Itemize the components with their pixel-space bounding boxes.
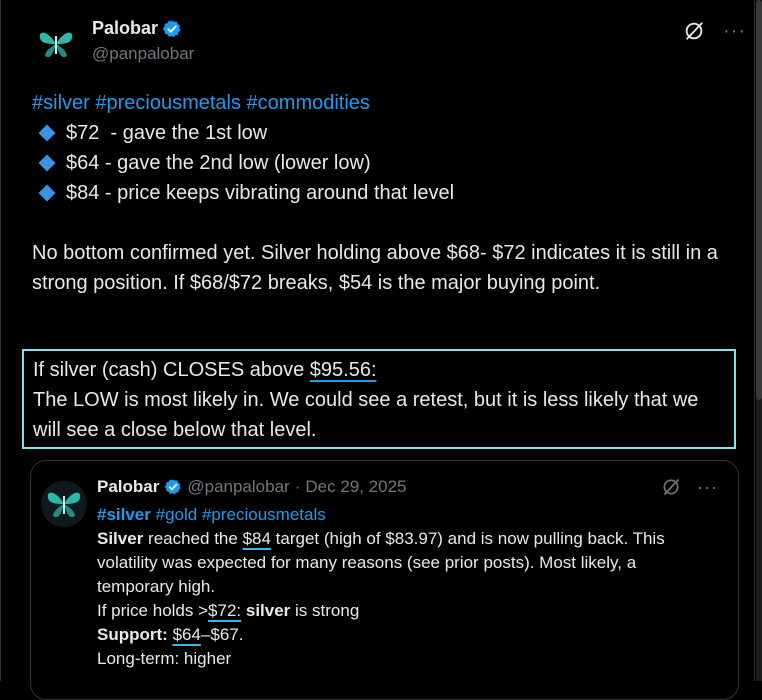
- grok-icon[interactable]: [683, 20, 705, 42]
- left-border: [0, 0, 1, 681]
- avatar[interactable]: [34, 22, 78, 66]
- blue-diamond-icon: [38, 154, 56, 172]
- tweet-paragraph: No bottom confirmed yet. Silver holding …: [32, 242, 718, 294]
- quoted-body: #silver #gold #preciousmetals Silver rea…: [97, 503, 717, 671]
- verified-badge-icon: [165, 479, 182, 495]
- text-fragment: If price holds >: [97, 601, 209, 620]
- tweet-body: #silver #preciousmetals #commodities $72…: [32, 88, 732, 298]
- blue-diamond-icon: [38, 184, 56, 202]
- meta-separator: ·: [294, 477, 301, 496]
- support-label: Support:: [97, 625, 168, 644]
- quoted-handle[interactable]: @panpalobar: [187, 477, 289, 497]
- blue-diamond-icon: [38, 124, 56, 142]
- hashtag-row: #silver #preciousmetals #commodities: [32, 88, 732, 118]
- quoted-line-1: Silver reached the $84 target (high of $…: [97, 527, 717, 599]
- quoted-line-3: Support: $64–$67.: [97, 623, 717, 647]
- quoted-avatar[interactable]: [41, 481, 87, 527]
- highlight-prefix: If silver (cash) CLOSES above: [33, 359, 310, 381]
- verified-badge-icon: [162, 19, 181, 37]
- author-display-name[interactable]: Palobar: [92, 18, 158, 39]
- hashtag-link[interactable]: #gold: [156, 505, 198, 524]
- bullet-text: $84 - price keeps vibrating around that …: [66, 182, 455, 204]
- underlined-price: $64: [172, 625, 201, 644]
- quoted-date[interactable]: Dec 29, 2025: [305, 477, 406, 497]
- highlight-price: $95.56:: [309, 359, 377, 381]
- more-options-icon[interactable]: ···: [697, 477, 718, 497]
- bullet-item: $84 - price keeps vibrating around that …: [32, 178, 732, 208]
- hashtag-link[interactable]: #silver: [97, 505, 151, 524]
- butterfly-logo-icon: [39, 32, 73, 58]
- hashtag-link[interactable]: #commodities: [247, 92, 370, 114]
- text-fragment: reached the: [143, 529, 243, 548]
- bullet-item: $72 - gave the 1st low: [32, 118, 732, 148]
- underlined-price: $84: [242, 529, 271, 548]
- quoted-tweet[interactable]: Palobar @panpalobar · Dec 29, 2025 ··· #…: [30, 460, 739, 700]
- hashtag-link[interactable]: #preciousmetals: [95, 92, 241, 114]
- text-fragment: is strong: [290, 601, 360, 620]
- quoted-name-row: Palobar @panpalobar · Dec 29, 2025: [97, 477, 407, 497]
- highlight-rest: The LOW is most likely in. We could see …: [33, 389, 699, 441]
- quoted-line-4: Long-term: higher: [97, 649, 232, 668]
- bold-word: silver: [245, 601, 291, 620]
- bullet-text: $72 - gave the 1st low: [66, 122, 268, 144]
- underlined-price: $72:: [208, 601, 242, 620]
- quoted-line-2: If price holds >$72: silver is strong: [97, 599, 717, 623]
- tweet-actions-top: ···: [683, 20, 746, 42]
- highlight-first-line: If silver (cash) CLOSES above $95.56:: [33, 355, 725, 385]
- bold-word: Silver: [97, 529, 144, 548]
- scrollbar-thumb[interactable]: [756, 0, 762, 400]
- bullet-item: $64 - gave the 2nd low (lower low): [32, 148, 732, 178]
- author-handle[interactable]: @panpalobar: [92, 44, 194, 64]
- bullet-text: $64 - gave the 2nd low (lower low): [66, 152, 371, 174]
- quoted-display-name[interactable]: Palobar: [97, 477, 159, 497]
- grok-icon[interactable]: [661, 477, 681, 497]
- butterfly-logo-icon: [47, 492, 81, 518]
- hashtag-link[interactable]: #silver: [32, 92, 90, 114]
- hashtag-link[interactable]: #preciousmetals: [202, 505, 326, 524]
- quoted-hashtag-row: #silver #gold #preciousmetals: [97, 503, 717, 527]
- quoted-actions: ···: [661, 477, 718, 497]
- author-name-row[interactable]: Palobar: [92, 18, 182, 39]
- highlight-box: If silver (cash) CLOSES above $95.56: Th…: [22, 349, 736, 449]
- right-border: [754, 0, 755, 681]
- more-options-icon[interactable]: ···: [723, 21, 746, 41]
- text-fragment: –$67.: [200, 625, 244, 644]
